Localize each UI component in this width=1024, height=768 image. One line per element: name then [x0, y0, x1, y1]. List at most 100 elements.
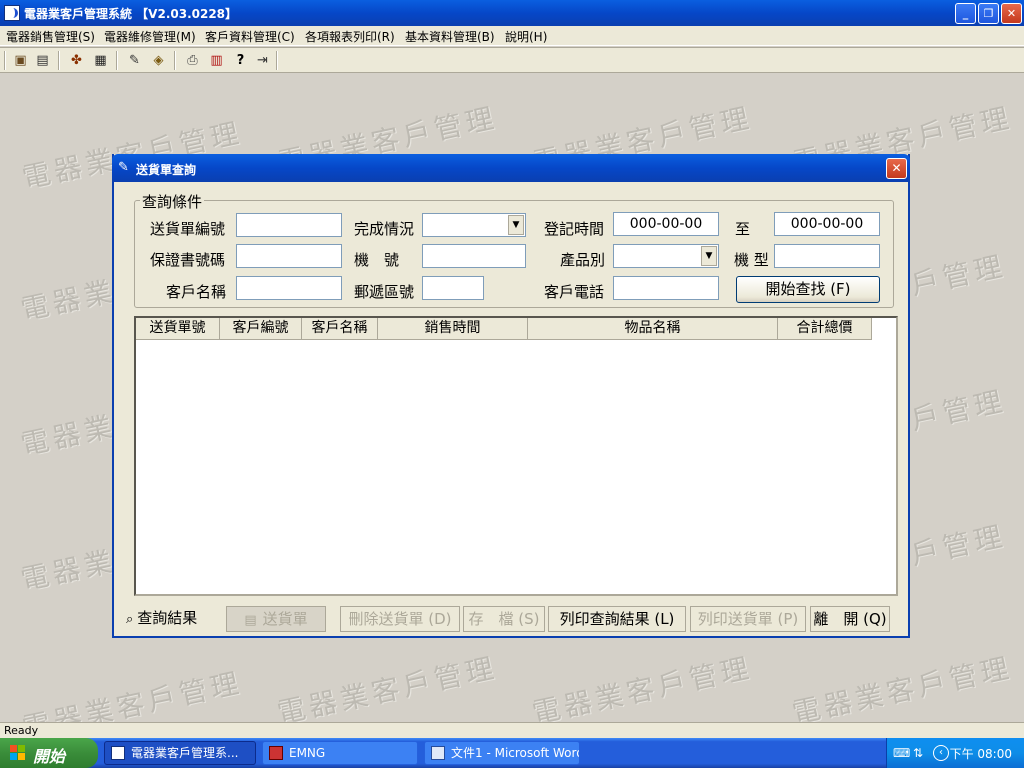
delivery-no-label: 送貨單編號	[150, 220, 226, 238]
machine-no-input[interactable]	[422, 244, 526, 268]
status-bar: Ready	[0, 722, 1024, 738]
column-header[interactable]: 客戶編號	[220, 318, 302, 340]
reg-time-label: 登記時間	[544, 220, 605, 238]
task-emng-label: EMNG	[289, 746, 326, 760]
app-icon	[4, 5, 20, 21]
print-delivery-button[interactable]: 列印送貨單 (P)	[690, 606, 806, 632]
book-icon[interactable]: ◈	[150, 52, 167, 69]
reg-time-to-input[interactable]	[774, 212, 880, 236]
to-label: 至	[735, 220, 751, 238]
watermark: 電器業客戶管理	[789, 651, 1016, 722]
task-word[interactable]: 文件1 - Microsoft Word	[424, 741, 580, 765]
product-category-label: 產品別	[560, 251, 606, 269]
system-tray: ⌨ ⇅ ‹ 下午 08:00	[886, 738, 1024, 768]
column-header[interactable]: 銷售時間	[378, 318, 528, 340]
app-icon	[111, 746, 125, 760]
exit-button[interactable]: 離 開 (Q)	[810, 606, 890, 632]
toolbar-separator	[116, 51, 118, 70]
dialog-close-button[interactable]: ✕	[886, 158, 907, 179]
tab-results[interactable]: ⌕ 查詢結果	[126, 606, 222, 632]
customer-name-label: 客戶名稱	[166, 283, 227, 301]
customer-name-input[interactable]	[236, 276, 342, 300]
status-select[interactable]: ▼	[422, 213, 526, 237]
watermark: 電器業客戶管理	[19, 666, 246, 722]
minimize-button[interactable]: _	[955, 3, 976, 24]
phone-label: 客戶電話	[544, 283, 605, 301]
menu-reports[interactable]: 各項報表列印(R)	[305, 28, 395, 45]
status-label: 完成情況	[354, 220, 415, 238]
help-icon[interactable]: ?	[232, 52, 249, 69]
tab-delivery-label: 送貨單	[262, 610, 308, 628]
product-category-select[interactable]: ▼	[613, 244, 719, 268]
keyboard-icon[interactable]: ⌨	[893, 746, 910, 760]
emng-icon	[269, 746, 283, 760]
save-button[interactable]: 存 檔 (S)	[463, 606, 545, 632]
edit-icon[interactable]: ✎	[126, 52, 143, 69]
column-header[interactable]: 送貨單號	[136, 318, 220, 340]
task-emng[interactable]: EMNG	[262, 741, 418, 765]
magnifier-icon: ⌕	[126, 612, 134, 627]
dialog-title-bar[interactable]: ✎ 送貨單查詢 ✕	[112, 154, 910, 182]
chevron-down-icon[interactable]: ▼	[508, 215, 524, 235]
chevron-left-icon[interactable]: ‹	[933, 745, 949, 761]
task-app[interactable]: 電器業客戶管理系...	[104, 741, 256, 765]
menu-repair[interactable]: 電器維修管理(M)	[104, 28, 196, 45]
watermark: 戶管理	[907, 519, 1009, 572]
toolbar-separator	[174, 51, 176, 70]
task-word-label: 文件1 - Microsoft Word	[451, 746, 580, 760]
exit-icon[interactable]: ⇥	[254, 52, 271, 69]
dialog-title: 送貨單查詢	[136, 163, 197, 177]
pencil-icon: ✎	[118, 160, 129, 175]
windows-logo-icon	[10, 745, 26, 761]
tools-icon[interactable]: ✤	[68, 52, 85, 69]
delivery-no-input[interactable]	[236, 213, 342, 237]
watermark: 戶管理	[907, 249, 1009, 302]
toolbar: ▣ ▤ ✤ ▦ ✎ ◈ ⎙ ▥ ? ⇥	[0, 47, 1024, 73]
menu-help[interactable]: 說明(H)	[505, 28, 547, 45]
model-input[interactable]	[774, 244, 880, 268]
column-header[interactable]: 合計總價	[778, 318, 872, 340]
menu-sales[interactable]: 電器銷售管理(S)	[6, 28, 95, 45]
menu-bar: 電器銷售管理(S) 電器維修管理(M) 客戶資料管理(C) 各項報表列印(R) …	[0, 26, 1024, 46]
contacts-icon[interactable]: ▣	[12, 52, 29, 69]
zip-label: 郵遞區號	[354, 283, 415, 301]
print-results-button[interactable]: 列印查詢結果 (L)	[548, 606, 686, 632]
start-label: 開始	[33, 747, 66, 766]
clock: 下午 08:00	[949, 747, 1012, 761]
column-header[interactable]: 客戶名稱	[302, 318, 378, 340]
watermark: 電器業	[17, 544, 119, 597]
menu-basic-data[interactable]: 基本資料管理(B)	[405, 28, 495, 45]
watermark: 電器業客戶管理	[274, 651, 501, 722]
watermark: 電器業	[17, 274, 119, 327]
maximize-button[interactable]: ❐	[978, 3, 999, 24]
toolbar-separator	[58, 51, 60, 70]
watermark: 電器業	[17, 409, 119, 462]
toolbar-separator	[276, 51, 278, 70]
close-button[interactable]: ✕	[1001, 3, 1022, 24]
zip-input[interactable]	[422, 276, 484, 300]
app-title-bar[interactable]: 電器業客戶管理系統 【V2.03.0228】 _ ❐ ✕	[0, 0, 1024, 26]
delivery-query-dialog: ✎ 送貨單查詢 ✕ 查詢條件 送貨單編號 完成情況 ▼ 登記時間 至 保證書號碼…	[112, 154, 910, 638]
warranty-input[interactable]	[236, 244, 342, 268]
calendar-icon[interactable]: ▦	[92, 52, 109, 69]
column-header[interactable]: 物品名稱	[528, 318, 778, 340]
watermark: 電器業客戶管理	[529, 651, 756, 722]
query-criteria-legend: 查詢條件	[140, 191, 205, 212]
tab-results-label: 查詢結果	[137, 609, 198, 627]
warranty-label: 保證書號碼	[150, 251, 226, 269]
search-button[interactable]: 開始查找 (F)	[736, 276, 880, 303]
delete-delivery-button[interactable]: 刪除送貨單 (D)	[340, 606, 460, 632]
network-icon[interactable]: ⇅	[913, 746, 923, 760]
model-label: 機 型	[734, 251, 769, 269]
start-button[interactable]: 開始	[0, 738, 98, 768]
reg-time-from-input[interactable]	[613, 212, 719, 236]
taskbar: 開始 電器業客戶管理系... EMNG 文件1 - Microsoft Word…	[0, 738, 1024, 768]
menu-customer[interactable]: 客戶資料管理(C)	[205, 28, 295, 45]
document-icon[interactable]: ▤	[34, 52, 51, 69]
tab-delivery[interactable]: ▤ 送貨單	[226, 606, 326, 632]
chart-icon[interactable]: ▥	[208, 52, 225, 69]
chevron-down-icon[interactable]: ▼	[701, 246, 717, 266]
results-table[interactable]: 送貨單號 客戶編號 客戶名稱 銷售時間 物品名稱 合計總價	[134, 316, 898, 596]
phone-input[interactable]	[613, 276, 719, 300]
print-icon[interactable]: ⎙	[184, 52, 201, 69]
